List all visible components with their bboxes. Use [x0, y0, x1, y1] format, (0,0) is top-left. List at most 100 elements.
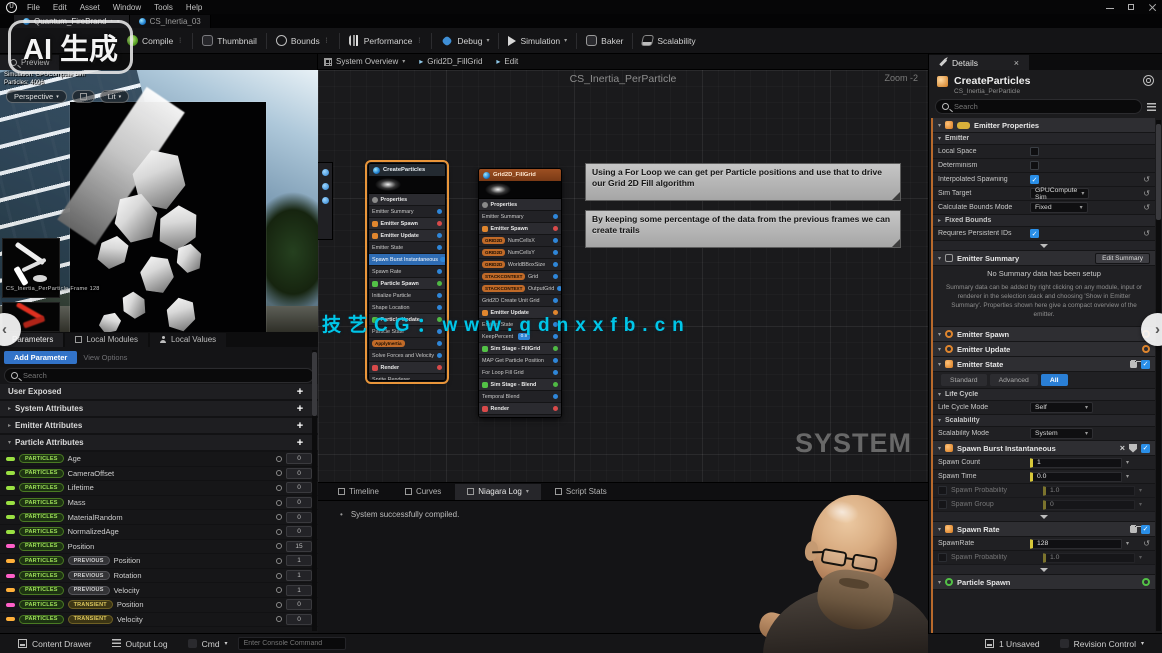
value-dropdown[interactable]: Self▾	[1030, 402, 1093, 413]
stack-module-for-loop-fill-grid[interactable]: For Loop Fill Grid	[479, 367, 561, 379]
graph-tab-1[interactable]: ▸Grid2D_FillGrid	[419, 57, 482, 66]
menu-help[interactable]: Help	[186, 3, 202, 12]
add-icon[interactable]: +	[290, 420, 310, 432]
parameter-row[interactable]: PARTICLESPosition15	[0, 540, 318, 555]
watch-icon[interactable]	[276, 616, 282, 622]
reset-icon[interactable]: ↺	[1143, 203, 1150, 212]
override-checkbox[interactable]	[938, 500, 947, 509]
parameter-row[interactable]: PARTICLESAge0	[0, 452, 318, 467]
close-icon[interactable]	[1148, 3, 1156, 11]
section-header-emitter-properties[interactable]: ▾Emitter Properties	[933, 118, 1155, 133]
filter-icon[interactable]	[1147, 103, 1156, 111]
chevron-down-icon[interactable]: ▾	[1139, 487, 1142, 494]
parameter-row[interactable]: PARTICLESPREVIOUSVelocity1	[0, 583, 318, 598]
watch-icon[interactable]	[276, 514, 282, 520]
category-user-exposed[interactable]: User Exposed+	[0, 384, 318, 401]
section-header-emitter-update[interactable]: ▾Emitter Update	[933, 342, 1155, 357]
parameters-scrollbar[interactable]	[312, 350, 317, 631]
stack-module-initialize-particle[interactable]: Initialize Particle	[369, 290, 445, 302]
watch-icon[interactable]	[276, 587, 282, 593]
subsection-life-cycle[interactable]: ▾Life Cycle	[933, 389, 1155, 401]
section-header-emitter-summary[interactable]: ▾Emitter SummaryEdit Summary	[933, 251, 1155, 266]
parameter-row[interactable]: PARTICLESPREVIOUSPosition1	[0, 554, 318, 569]
segment-standard[interactable]: Standard	[941, 374, 987, 386]
parameter-row[interactable]: PARTICLESTRANSIENTVelocity0	[0, 613, 318, 628]
stack-module-temporal-blend[interactable]: Temporal Blend	[479, 391, 561, 403]
stack-module-grid2d-create-unit-grid[interactable]: Grid2D Create Unit Grid	[479, 295, 561, 307]
add-parameter-button[interactable]: Add Parameter	[4, 351, 77, 364]
stack-module-numcellsy[interactable]: GRID2DNumCellsY	[479, 247, 561, 259]
trash-icon[interactable]	[1130, 525, 1137, 533]
output-log-button[interactable]: Output Log	[102, 639, 178, 649]
emitter-node-title[interactable]: CreateParticles	[369, 164, 445, 176]
menu-tools[interactable]: Tools	[154, 3, 173, 12]
enabled-checkbox[interactable]: ✓	[1141, 444, 1150, 453]
stack-group-emitter-spawn[interactable]: Emitter Spawn	[369, 218, 445, 230]
reset-icon[interactable]: ↺	[1143, 539, 1150, 548]
debug-button[interactable]: Debug▾	[432, 28, 498, 53]
reset-icon[interactable]: ↺	[1143, 229, 1150, 238]
view-options-button[interactable]: View Options	[83, 353, 127, 362]
perspective-button[interactable]: Perspective▾	[6, 90, 67, 103]
chevron-down-icon[interactable]: ▾	[1126, 540, 1129, 547]
add-icon[interactable]: +	[290, 386, 310, 398]
parameter-row[interactable]: PARTICLESLifetime0	[0, 481, 318, 496]
performance-button[interactable]: Performance⋮	[340, 28, 432, 53]
maximize-icon[interactable]	[1127, 3, 1135, 11]
asset-tab-1[interactable]: CS_Inertia_03	[130, 15, 211, 28]
section-header-emitter-spawn[interactable]: ▾Emitter Spawn	[933, 327, 1155, 342]
stack-module-emitter-state[interactable]: Emitter State	[369, 242, 445, 254]
parameter-row[interactable]: PARTICLESCameraOffset0	[0, 467, 318, 482]
watch-icon[interactable]	[276, 485, 282, 491]
close-details-icon[interactable]: ×	[1014, 58, 1019, 68]
parameter-row[interactable]: PARTICLESMass0	[0, 496, 318, 511]
parameter-row[interactable]: PARTICLESMaterialRandom0	[0, 510, 318, 525]
expand-advanced-chevron[interactable]	[933, 565, 1155, 575]
stack-module-sprite-renderer[interactable]: Sprite Renderer	[369, 374, 445, 381]
subsection-fixed-bounds[interactable]: ▸Fixed Bounds	[933, 215, 1155, 227]
value-dropdown[interactable]: System▾	[1030, 428, 1093, 439]
stack-module-outputgrid[interactable]: STACKCONTEXTOutputGrid	[479, 283, 561, 295]
segment-advanced[interactable]: Advanced	[990, 374, 1038, 386]
minimize-icon[interactable]	[1106, 3, 1114, 11]
stack-group-properties[interactable]: Properties	[369, 194, 445, 206]
comment-note-2[interactable]: By keeping some percentage of the data f…	[585, 210, 901, 248]
bottom-tab-timeline[interactable]: Timeline	[326, 484, 391, 500]
scalability-button[interactable]: Scalability	[633, 28, 704, 53]
revision-control-button[interactable]: Revision Control▾	[1050, 639, 1154, 649]
stack-module-applyinertia[interactable]: ApplyInertia	[369, 338, 445, 350]
tab-details[interactable]: Details ×	[929, 55, 1029, 70]
category-system-attributes[interactable]: ▸System Attributes+	[0, 401, 318, 418]
parameters-tab-local-modules[interactable]: Local Modules	[65, 333, 148, 347]
stack-module-worldbboxsize[interactable]: GRID2DWorldBBoxSize	[479, 259, 561, 271]
reset-icon[interactable]: ↺	[1143, 175, 1150, 184]
menu-file[interactable]: File	[27, 3, 40, 12]
stack-module-emitter-summary[interactable]: Emitter Summary	[369, 206, 445, 218]
details-scrollbar[interactable]	[1156, 120, 1161, 631]
add-icon[interactable]: +	[290, 437, 310, 449]
value-field[interactable]: 1.0	[1043, 553, 1135, 563]
view-mode-icon-button[interactable]	[72, 90, 95, 103]
category-particle-attributes[interactable]: ▾Particle Attributes+	[0, 435, 318, 452]
simulation-button[interactable]: Simulation▾	[499, 28, 576, 53]
gear-icon[interactable]	[1143, 75, 1154, 86]
stack-group-properties[interactable]: Properties	[479, 199, 561, 211]
category-emitter-attributes[interactable]: ▸Emitter Attributes+	[0, 418, 318, 435]
graph-tab-0[interactable]: System Overview▾	[324, 57, 405, 66]
value-field[interactable]: 1	[1030, 458, 1122, 468]
preview-viewport[interactable]: Simulation: GPUCompute Sim Particles: 40…	[0, 70, 318, 332]
parameter-row[interactable]: PARTICLESPREVIOUSRotation1	[0, 569, 318, 584]
override-checkbox[interactable]	[938, 553, 947, 562]
stack-group-sim-stage-blend[interactable]: Sim Stage - Blend	[479, 379, 561, 391]
emitter-node-0[interactable]: CreateParticles PropertiesEmitter Summary…	[368, 163, 446, 381]
section-header-particle-spawn[interactable]: ▾Particle Spawn	[933, 575, 1155, 590]
stack-group-sim-stage-fillgrid[interactable]: Sim Stage - FillGrid	[479, 343, 561, 355]
parameter-row[interactable]: PARTICLESTRANSIENTPosition0	[0, 598, 318, 613]
bottom-tab-script-stats[interactable]: Script Stats	[543, 484, 619, 500]
value-checkbox[interactable]: ✓	[1030, 229, 1039, 238]
override-checkbox[interactable]	[938, 486, 947, 495]
parameter-row[interactable]: PARTICLESNormalizedAge0	[0, 525, 318, 540]
trash-icon[interactable]	[1130, 360, 1137, 368]
section-header-spawn-burst-instantaneous[interactable]: ▾Spawn Burst Instantaneous×✓	[933, 441, 1155, 456]
watch-icon[interactable]	[276, 558, 282, 564]
